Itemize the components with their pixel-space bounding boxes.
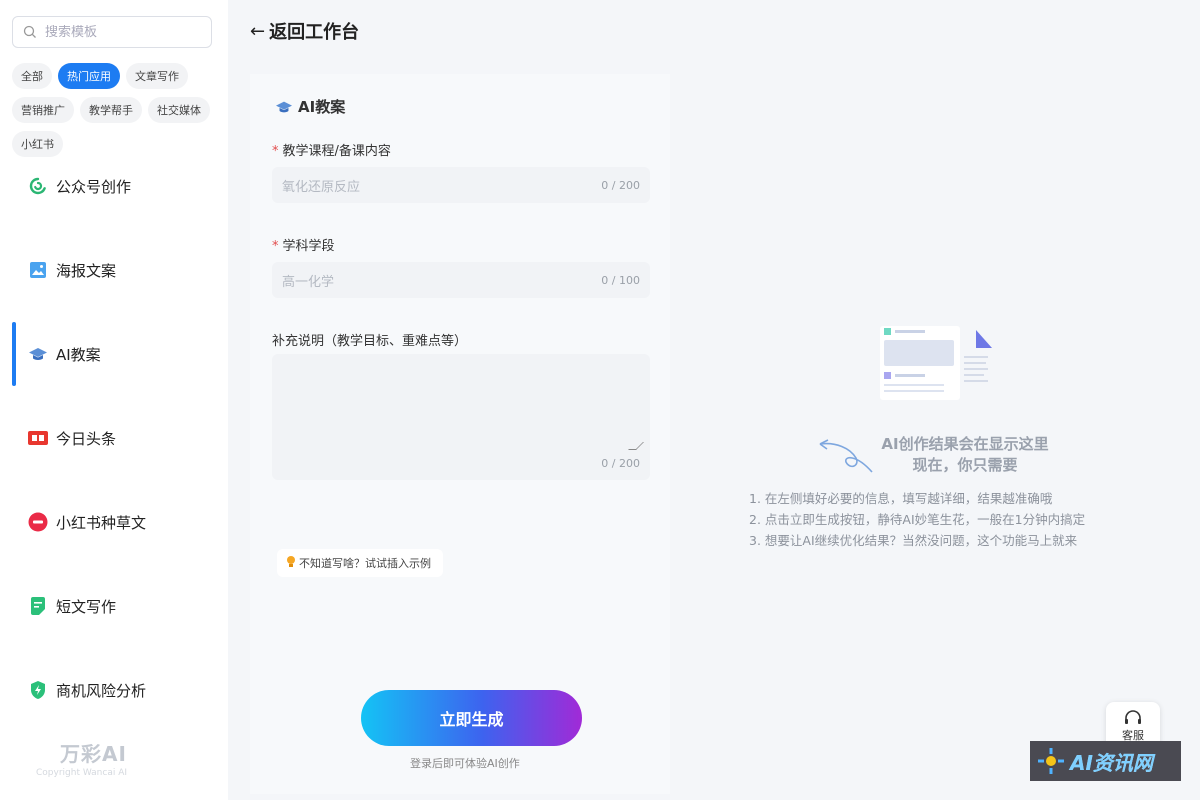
search-input[interactable] <box>45 24 195 40</box>
char-counter: 0 / 200 <box>601 457 640 470</box>
back-to-workspace-link[interactable]: ← 返回工作台 <box>250 18 359 44</box>
generate-button[interactable]: 立即生成 <box>361 690 582 746</box>
back-arrow-icon: ← <box>250 20 266 42</box>
result-placeholder-title: AI创作结果会在显示这里 现在，你只需要 <box>870 434 1060 476</box>
xiaohongshu-icon <box>28 512 48 532</box>
form-title-text: AI教案 <box>298 98 346 116</box>
sidebar-item-label: 商机风险分析 <box>56 681 147 700</box>
chip-teaching[interactable]: 教学帮手 <box>80 97 142 123</box>
result-title-line2: 现在，你只需要 <box>912 456 1018 474</box>
sidebar-item-label: 今日头条 <box>56 429 117 448</box>
wechat-icon <box>28 176 48 196</box>
sidebar-item-risk-analysis[interactable]: 商机风险分析 <box>0 648 228 732</box>
instruction-item: 3. 想要让AI继续优化结果？当然没问题，这个功能马上就来 <box>749 533 1078 548</box>
sidebar-item-xiaohongshu[interactable]: 小红书种草文 <box>0 480 228 564</box>
course-content-input[interactable]: 氧化还原反应 0 / 200 <box>272 167 650 203</box>
watermark-text: AI资讯网 <box>1070 747 1153 776</box>
field-label-course: * 教学课程/备课内容 <box>272 140 391 159</box>
chip-marketing[interactable]: 营销推广 <box>12 97 74 123</box>
chip-hot-apps[interactable]: 热门应用 <box>58 63 120 89</box>
sidebar-item-short-writing[interactable]: 短文写作 <box>0 564 228 648</box>
back-label: 返回工作台 <box>269 22 360 43</box>
graduation-cap-icon <box>276 101 292 112</box>
document-illustration-icon <box>880 326 992 400</box>
template-list: 公众号创作 海报文案 AI教案 今日头条 小红书种草文 短文写作 商机风险分析 <box>0 144 228 732</box>
brand-logo: 万彩AI <box>60 742 127 766</box>
document-icon <box>28 596 48 616</box>
resize-handle[interactable] <box>628 442 644 450</box>
sidebar-item-label: 小红书种草文 <box>56 513 147 532</box>
hint-text: 不知道写啥？试试插入示例 <box>299 557 431 570</box>
chip-article-writing[interactable]: 文章写作 <box>126 63 188 89</box>
sidebar-item-label: 短文写作 <box>56 597 117 616</box>
login-hint: 登录后即可体验AI创作 <box>410 757 520 770</box>
field-label-subject: * 学科学段 <box>272 235 335 254</box>
subject-grade-input[interactable]: 高一化学 0 / 100 <box>272 262 650 298</box>
chip-social-media[interactable]: 社交媒体 <box>148 97 210 123</box>
chip-all[interactable]: 全部 <box>12 63 52 89</box>
copyright-text: Copyright Wancai AI <box>36 768 128 778</box>
search-icon <box>23 25 36 38</box>
search-box[interactable] <box>12 16 212 48</box>
field-label-notes: 补充说明（教学目标、重难点等） <box>272 334 468 349</box>
char-counter: 0 / 200 <box>601 178 640 192</box>
result-title-line1: AI创作结果会在显示这里 <box>881 435 1049 453</box>
instruction-item: 1. 在左侧填好必要的信息，填写越详细，结果越准确哦 <box>749 491 1053 506</box>
shield-icon <box>28 680 48 700</box>
sidebar-item-ai-lesson[interactable]: AI教案 <box>0 312 228 396</box>
watermark-badge: AI资讯网 <box>1030 741 1181 781</box>
sidebar-item-label: 海报文案 <box>56 261 117 280</box>
headset-icon <box>1125 710 1141 724</box>
char-counter: 0 / 100 <box>601 273 640 287</box>
notes-textarea[interactable]: 0 / 200 <box>272 354 650 480</box>
sidebar-item-label: AI教案 <box>56 345 101 364</box>
sidebar: 全部 热门应用 文章写作 营销推广 教学帮手 社交媒体 小红书 公众号创作 海报… <box>0 0 228 800</box>
form-title: AI教案 <box>274 96 345 117</box>
instructions-list: 1. 在左侧填好必要的信息，填写越详细，结果越准确哦 2. 点击立即生成按钮，静… <box>749 488 1085 551</box>
sidebar-item-poster[interactable]: 海报文案 <box>0 228 228 312</box>
poster-icon <box>28 260 48 280</box>
input-placeholder: 高一化学 <box>282 274 335 290</box>
lightbulb-icon <box>287 556 295 567</box>
field-label-text: 教学课程/备课内容 <box>282 144 391 159</box>
required-mark: * <box>272 239 279 254</box>
graduation-cap-icon <box>28 344 48 364</box>
sparkle-icon <box>1038 748 1064 774</box>
field-label-text: 学科学段 <box>282 239 335 254</box>
category-chips: 全部 热门应用 文章写作 营销推广 教学帮手 社交媒体 小红书 <box>12 63 222 157</box>
required-mark: * <box>272 144 279 159</box>
sidebar-item-toutiao[interactable]: 今日头条 <box>0 396 228 480</box>
insert-example-link[interactable]: 不知道写啥？试试插入示例 <box>277 549 443 577</box>
curved-arrow-icon <box>819 439 873 473</box>
input-placeholder: 氧化还原反应 <box>282 179 361 195</box>
toutiao-icon <box>28 428 48 448</box>
sidebar-item-label: 公众号创作 <box>56 177 132 196</box>
instruction-item: 2. 点击立即生成按钮，静待AI妙笔生花，一般在1分钟内搞定 <box>749 512 1086 527</box>
sidebar-item-wechat[interactable]: 公众号创作 <box>0 144 228 228</box>
